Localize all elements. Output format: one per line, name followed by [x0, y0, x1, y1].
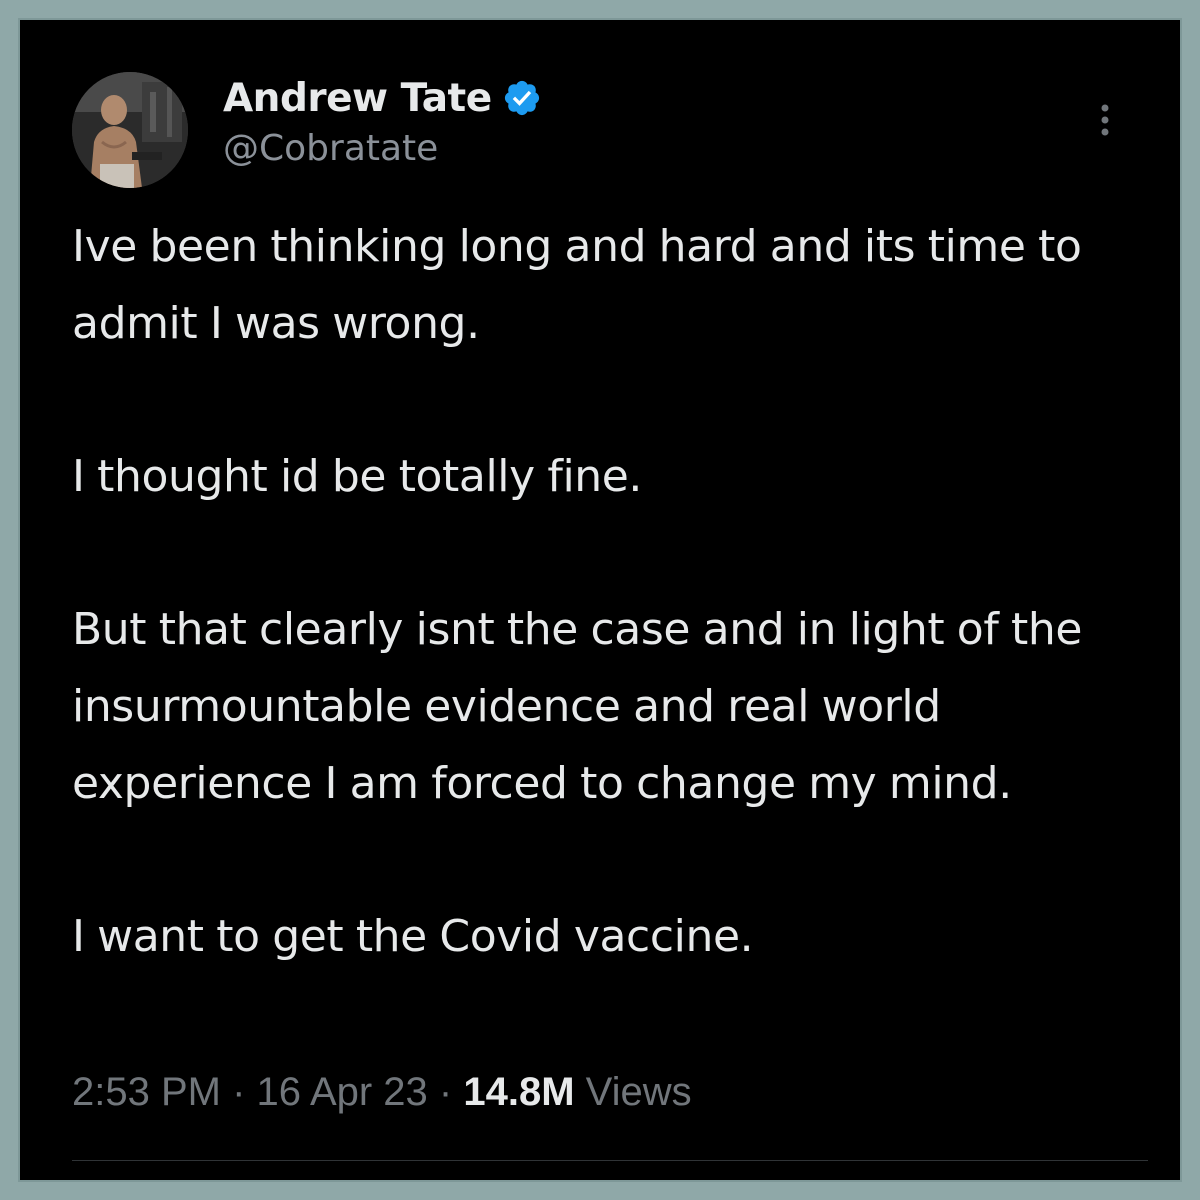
- tweet-paragraph: But that clearly isnt the case and in li…: [72, 604, 1083, 809]
- tweet-metadata: 2:53 PM · 16 Apr 23 · 14.8M Views: [72, 1070, 692, 1115]
- tweet-paragraph: I want to get the Covid vaccine.: [72, 911, 754, 962]
- author-handle[interactable]: @Cobratate: [223, 128, 438, 169]
- tweet-card: Andrew Tate @Cobratate Ive been thinking…: [20, 20, 1180, 1180]
- divider: [72, 1160, 1148, 1161]
- tweet-date[interactable]: 16 Apr 23: [257, 1070, 428, 1114]
- tweet-paragraph: Ive been thinking long and hard and its …: [72, 221, 1082, 349]
- tweet-time[interactable]: 2:53 PM: [72, 1070, 221, 1114]
- more-options-icon[interactable]: [1090, 98, 1120, 158]
- verified-badge-icon: [502, 78, 542, 118]
- views-count: 14.8M: [463, 1070, 575, 1114]
- tweet-text: Ive been thinking long and hard and its …: [72, 208, 1152, 975]
- meta-separator: ·: [438, 1070, 453, 1114]
- avatar-image: [72, 72, 188, 188]
- author-name-row: Andrew Tate: [223, 72, 542, 124]
- meta-separator: ·: [232, 1070, 246, 1114]
- avatar[interactable]: [72, 72, 188, 188]
- views-label: Views: [585, 1070, 692, 1114]
- tweet-paragraph: I thought id be totally fine.: [72, 451, 643, 502]
- author-display-name[interactable]: Andrew Tate: [223, 76, 492, 121]
